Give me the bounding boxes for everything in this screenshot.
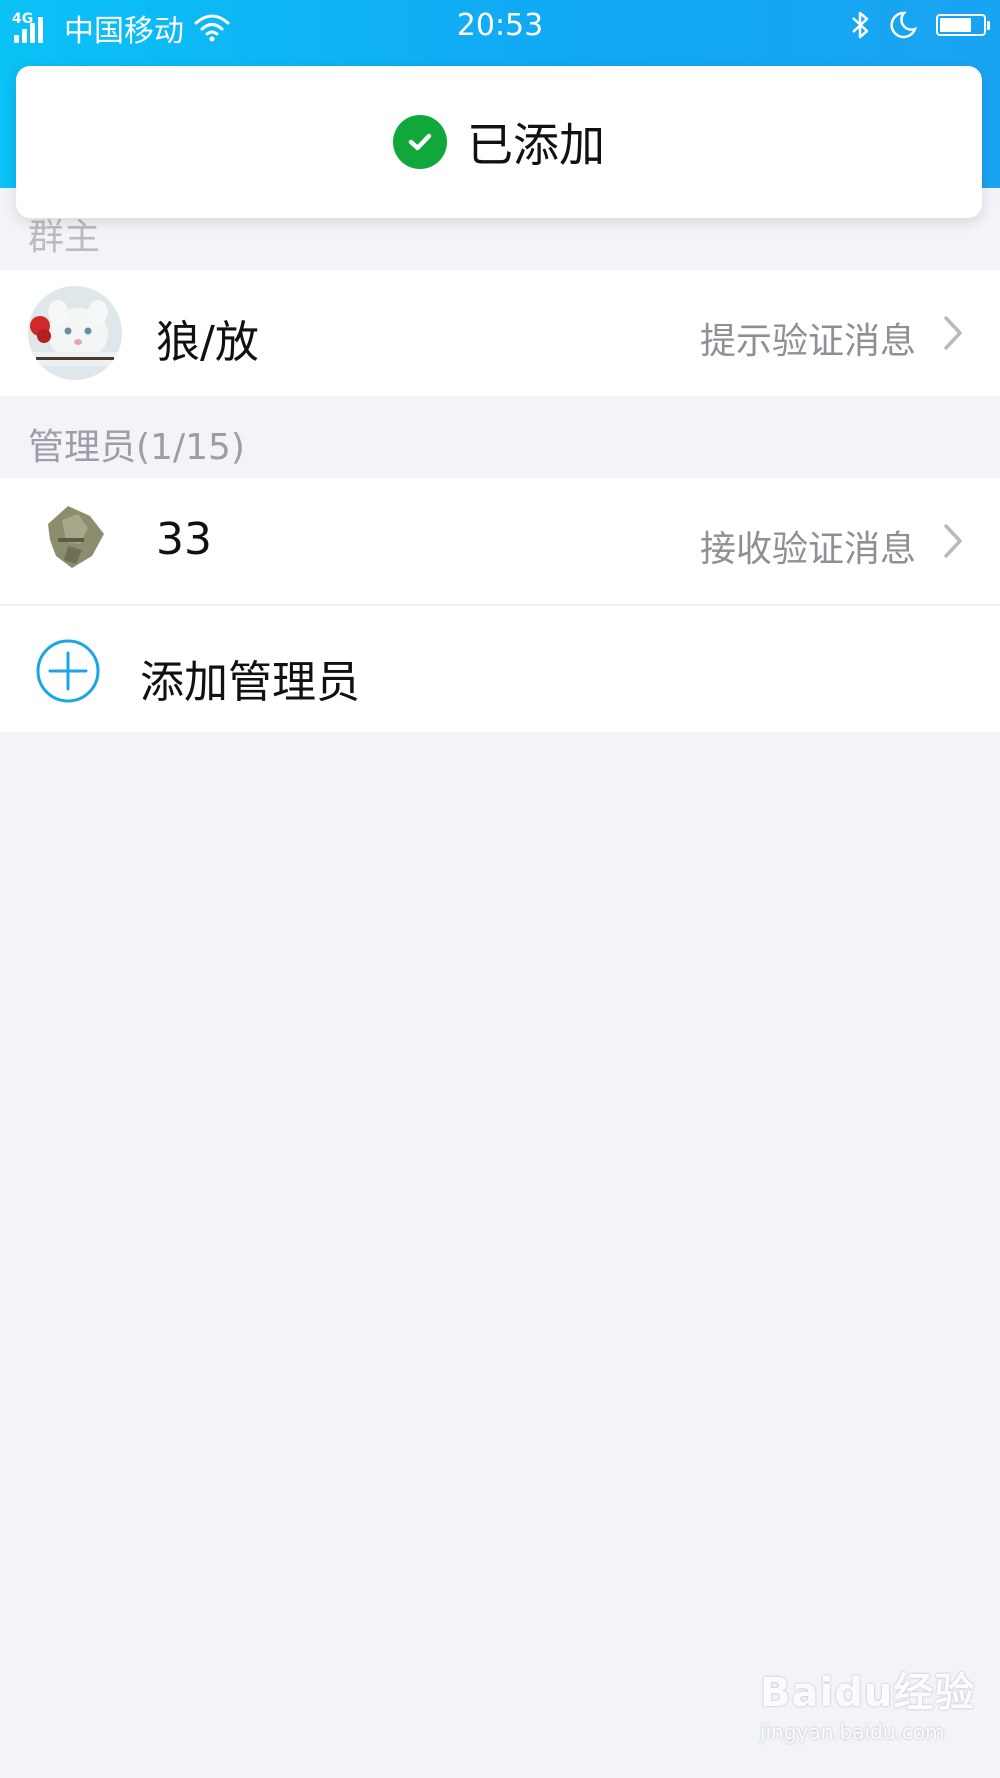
admin-action-label: 接收验证消息 — [699, 529, 916, 570]
status-bar: 4G 中国移动 20:53 — [0, 0, 1000, 56]
watermark-logo: Baidu经验 jingyan.baidu.com — [760, 1660, 980, 1760]
toast-message: 已添加 — [467, 118, 605, 172]
owner-row[interactable]: 狼/放 提示验证消息 — [0, 270, 1000, 396]
owner-avatar — [28, 286, 122, 380]
add-admin-label: 添加管理员 — [140, 657, 360, 708]
chevron-right-icon — [944, 524, 962, 558]
owner-name: 狼/放 — [156, 317, 259, 368]
check-circle-icon — [393, 115, 447, 169]
watermark-url: jingyan.baidu.com — [760, 1720, 945, 1744]
admin-name: 33 — [156, 514, 212, 565]
battery-icon — [936, 14, 990, 36]
add-circle-icon — [36, 639, 100, 703]
owner-action-label: 提示验证消息 — [699, 321, 916, 362]
do-not-disturb-moon-icon — [890, 11, 918, 39]
admin-section-header: 管理员(1/15) — [28, 427, 245, 468]
bluetooth-icon — [852, 11, 869, 39]
chevron-right-icon — [944, 316, 962, 350]
add-admin-button[interactable]: 添加管理员 — [0, 606, 1000, 732]
watermark-brand: Baidu经验 — [760, 1670, 976, 1716]
success-toast: 已添加 — [16, 66, 982, 218]
admin-avatar — [28, 494, 122, 588]
admin-row[interactable]: 33 接收验证消息 — [0, 478, 1000, 604]
